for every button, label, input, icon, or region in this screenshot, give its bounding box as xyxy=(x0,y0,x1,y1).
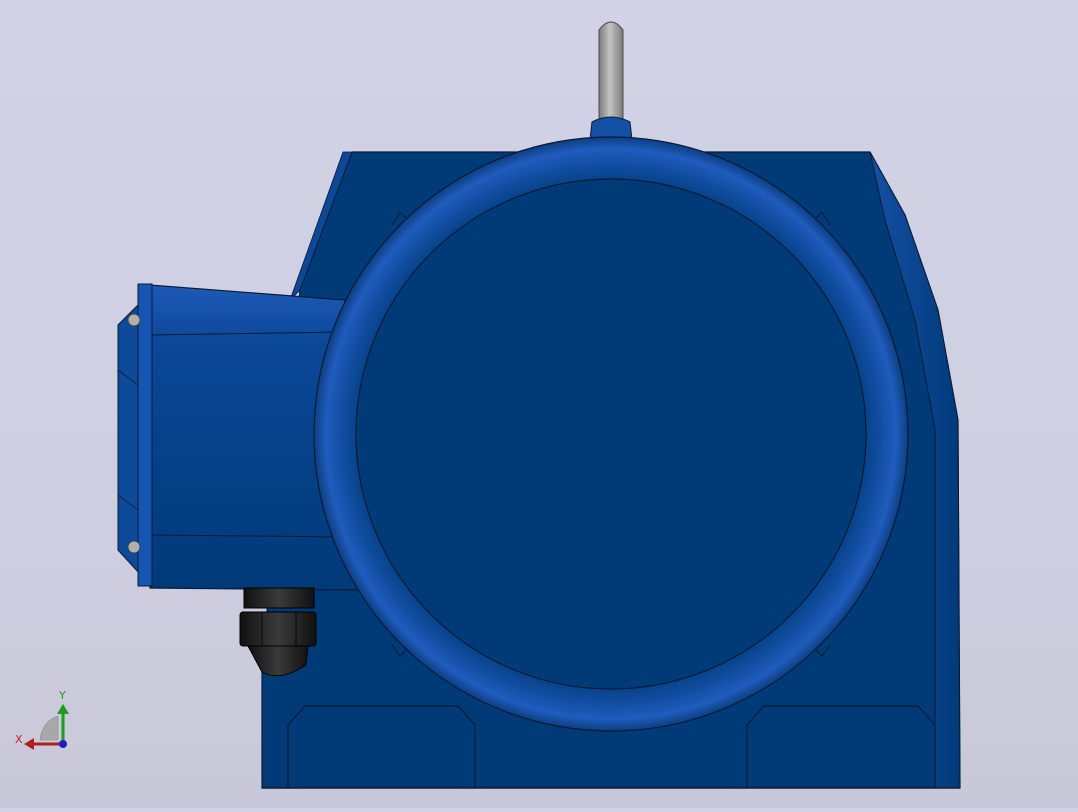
triad-z-axis xyxy=(59,740,67,748)
cover-screw-top xyxy=(127,313,141,327)
cover-screw-bottom xyxy=(127,540,141,554)
triad-x-label: X xyxy=(15,733,23,746)
model-view[interactable] xyxy=(0,0,1078,808)
triad-arc xyxy=(39,715,59,741)
triad-y-label: Y xyxy=(59,689,66,702)
triad-y-arrow xyxy=(57,704,69,714)
orientation-triad xyxy=(24,704,69,750)
triad-x-arrow xyxy=(24,738,34,750)
lifting-eye[interactable] xyxy=(589,21,633,141)
graphics-viewport[interactable]: X Y xyxy=(0,0,1078,808)
motor-end-cover[interactable] xyxy=(313,136,909,732)
cable-gland[interactable] xyxy=(239,587,317,677)
